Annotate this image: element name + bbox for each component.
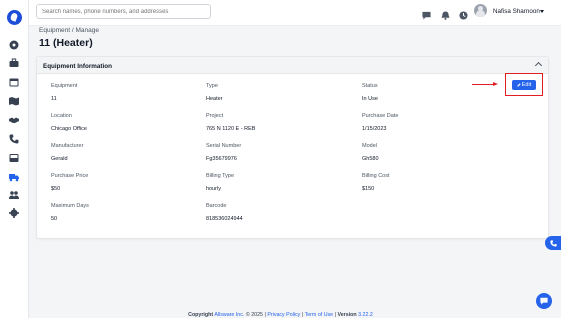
field-value-manufacturer: Gerald bbox=[51, 156, 68, 162]
user-name[interactable]: Nafisa Sharnoon bbox=[493, 8, 540, 15]
field-label-billing-cost: Billing Cost bbox=[362, 173, 390, 179]
handshake-icon[interactable] bbox=[9, 115, 19, 125]
gear-icon[interactable] bbox=[9, 208, 19, 218]
map-icon[interactable] bbox=[9, 96, 19, 106]
avatar[interactable] bbox=[474, 4, 487, 17]
chevron-down-icon[interactable] bbox=[540, 10, 544, 13]
edit-button-label: Edit bbox=[521, 82, 532, 88]
annotation-arrow bbox=[472, 84, 494, 86]
chat-bubble-icon bbox=[540, 297, 548, 305]
page-title: 11 (Heater) bbox=[39, 37, 93, 49]
field-label-barcode: Barcode bbox=[206, 203, 227, 209]
pencil-icon bbox=[517, 82, 521, 87]
phone-icon bbox=[549, 239, 557, 247]
clock-icon[interactable] bbox=[459, 7, 468, 20]
field-value-maximum-days: 50 bbox=[51, 216, 58, 222]
field-label-serial-number: Serial Number bbox=[206, 143, 242, 149]
privacy-policy-link[interactable]: Privacy Policy bbox=[267, 312, 300, 318]
field-value-purchase-price: $50 bbox=[51, 186, 61, 192]
briefcase-icon[interactable] bbox=[9, 58, 19, 68]
field-value-equipment: 11 bbox=[51, 96, 57, 102]
dashboard-icon[interactable] bbox=[9, 40, 19, 50]
field-label-location: Location bbox=[51, 113, 72, 119]
footer-version-label: Version bbox=[337, 312, 357, 318]
field-value-barcode: 818536024944 bbox=[206, 216, 243, 222]
field-label-purchase-date: Purchase Date bbox=[362, 113, 399, 119]
footer-year: © 2025 | bbox=[245, 312, 266, 318]
app-logo[interactable] bbox=[7, 10, 22, 25]
annotation-arrow-head bbox=[493, 82, 498, 86]
breadcrumb: Equipment / Manage bbox=[39, 27, 99, 34]
field-label-purchase-price: Purchase Price bbox=[51, 173, 89, 179]
card-title: Equipment Information bbox=[43, 63, 112, 70]
footer: Copyright Allsware Inc. © 2025 | Privacy… bbox=[0, 312, 561, 318]
footer-copyright: Copyright bbox=[188, 312, 214, 318]
field-label-model: Model bbox=[362, 143, 377, 149]
calendar-icon[interactable] bbox=[9, 77, 19, 87]
field-label-status: Status bbox=[362, 83, 378, 89]
inbox-icon[interactable] bbox=[9, 153, 19, 163]
field-label-type: Type bbox=[206, 83, 218, 89]
field-value-billing-cost: $150 bbox=[362, 186, 375, 192]
field-value-location: Chicago Office bbox=[51, 126, 87, 132]
sidebar bbox=[0, 0, 29, 318]
chevron-up-icon[interactable] bbox=[534, 61, 543, 70]
field-label-project: Project bbox=[206, 113, 224, 119]
search-input[interactable] bbox=[36, 4, 211, 19]
field-value-project: 765 N 1120 E - REB bbox=[206, 126, 256, 132]
bell-icon[interactable] bbox=[441, 7, 450, 20]
footer-company-link[interactable]: Allsware Inc. bbox=[214, 312, 244, 318]
phone-fab-button[interactable] bbox=[545, 236, 561, 250]
people-icon[interactable] bbox=[9, 190, 19, 200]
field-value-type: Heater bbox=[206, 96, 223, 102]
footer-separator: | bbox=[334, 312, 337, 318]
field-value-serial-number: Fg35679976 bbox=[206, 156, 237, 162]
field-label-manufacturer: Manufacturer bbox=[51, 143, 84, 149]
field-value-purchase-date: 1/15/2023 bbox=[362, 126, 387, 132]
phone-icon[interactable] bbox=[9, 134, 19, 144]
truck-icon[interactable] bbox=[9, 172, 19, 182]
field-value-model: Gh580 bbox=[362, 156, 379, 162]
chat-icon[interactable] bbox=[422, 7, 431, 20]
footer-version[interactable]: 3.22.2 bbox=[358, 312, 373, 318]
chat-fab-button[interactable] bbox=[536, 293, 552, 309]
field-value-billing-type: hourly bbox=[206, 186, 221, 192]
footer-separator: | bbox=[301, 312, 304, 318]
edit-button[interactable]: Edit bbox=[512, 80, 536, 90]
field-label-maximum-days: Maximum Days bbox=[51, 203, 89, 209]
field-value-status: In Use bbox=[362, 96, 378, 102]
card-header[interactable]: Equipment Information bbox=[37, 57, 548, 74]
terms-of-use-link[interactable]: Term of Use bbox=[305, 312, 334, 318]
top-bar: Nafisa Sharnoon bbox=[29, 0, 561, 26]
field-label-billing-type: Billing Type bbox=[206, 173, 235, 179]
field-label-equipment: Equipment bbox=[51, 83, 78, 89]
